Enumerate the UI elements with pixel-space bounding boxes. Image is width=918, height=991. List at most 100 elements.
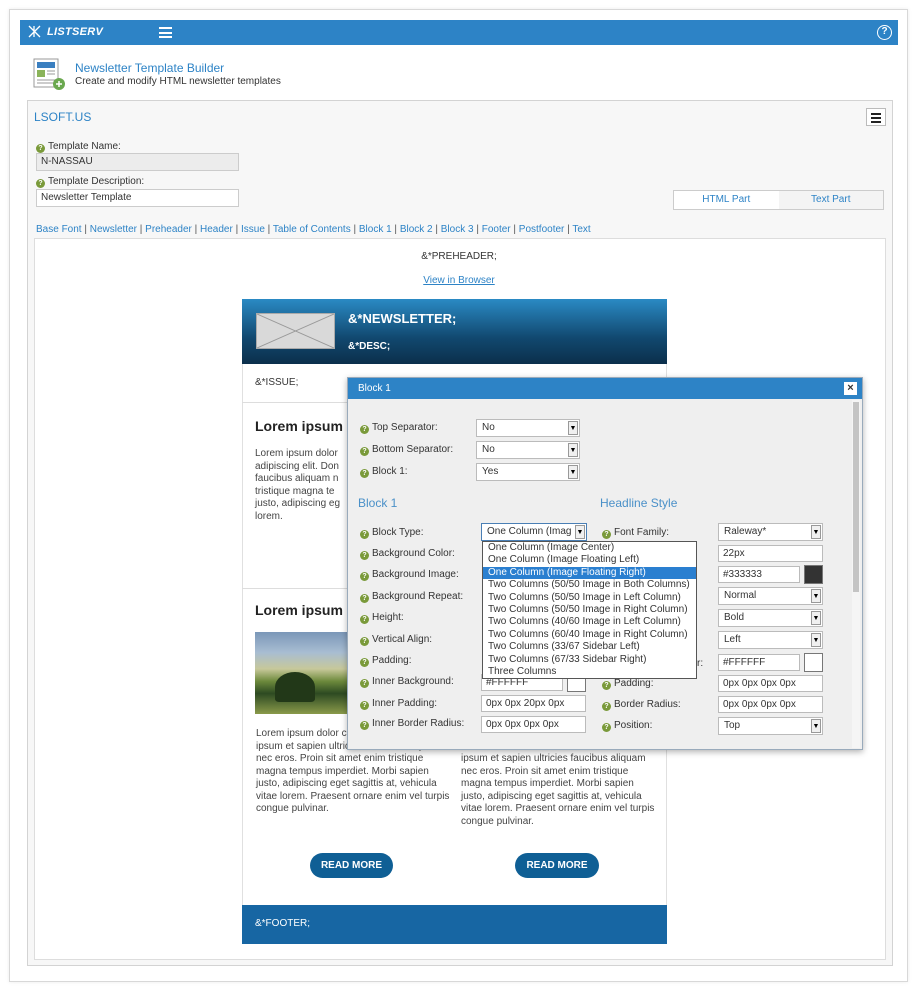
dropdown-option[interactable]: Two Columns (67/33 Sidebar Right) [483, 654, 696, 666]
help-bullet-icon[interactable]: ? [36, 144, 45, 153]
read-more-button[interactable]: READ MORE [310, 853, 393, 878]
chevron-down-icon: ▼ [568, 421, 578, 435]
section-link[interactable]: Table of Contents [273, 224, 351, 235]
dropdown-option[interactable]: One Column (Image Center) [483, 542, 696, 554]
inner-padding-field[interactable]: 0px 0px 20px 0px [481, 695, 586, 712]
top-separator-select[interactable]: No ▼ [476, 419, 580, 437]
preheader-text: &*PREHEADER; [421, 251, 497, 262]
dropdown-option[interactable]: Two Columns (60/40 Image in Right Column… [483, 629, 696, 641]
block-type-select[interactable]: One Column (Imag ▼ [481, 523, 587, 541]
block1-enabled-select[interactable]: Yes ▼ [476, 463, 580, 481]
block-field-label: ? Inner Border Radius: [360, 718, 464, 730]
newsletter-header[interactable]: &*NEWSLETTER; &*DESC; [242, 299, 667, 364]
dropdown-option[interactable]: One Column (Image Floating Left) [483, 554, 696, 566]
help-bullet-icon[interactable]: ? [360, 447, 369, 456]
help-bullet-icon[interactable]: ? [360, 594, 369, 603]
help-bullet-icon[interactable]: ? [360, 721, 369, 730]
help-bullet-icon[interactable]: ? [360, 701, 369, 710]
listserv-logo-icon [28, 25, 41, 38]
dropdown-option[interactable]: Three Columns [483, 666, 696, 678]
section-link[interactable]: Block 2 [400, 224, 433, 235]
landscape-image [255, 632, 355, 714]
headline-padding-field[interactable]: 0px 0px 0px 0px [718, 675, 823, 692]
view-in-browser-link[interactable]: View in Browser [423, 275, 495, 286]
help-bullet-icon[interactable]: ? [360, 572, 369, 581]
help-bullet-icon[interactable]: ? [360, 469, 369, 478]
section-link[interactable]: Issue [241, 224, 265, 235]
main-menu-icon[interactable] [159, 27, 172, 38]
section-link[interactable]: Footer [482, 224, 511, 235]
block2-heading: Lorem ipsum [255, 602, 343, 618]
headline-bg-swatch[interactable] [804, 653, 823, 672]
dropdown-option[interactable]: Two Columns (50/50 Image in Left Column) [483, 592, 696, 604]
section-link[interactable]: Header [200, 224, 233, 235]
help-bullet-icon[interactable]: ? [360, 551, 369, 560]
read-more-button[interactable]: READ MORE [515, 853, 599, 878]
block-field-label: ? Background Color: [360, 548, 455, 560]
help-bullet-icon[interactable]: ? [602, 723, 611, 732]
bottom-separator-label: ? Bottom Separator: [360, 444, 453, 456]
chevron-down-icon: ▼ [811, 525, 821, 539]
block1-enabled-label: ? Block 1: [360, 466, 408, 478]
chevron-down-icon: ▼ [811, 719, 821, 733]
top-separator-label: ? Top Separator: [360, 422, 438, 434]
section-link[interactable]: Newsletter [90, 224, 137, 235]
dropdown-option[interactable]: Two Columns (40/60 Image in Left Column) [483, 616, 696, 628]
tab-html-part[interactable]: HTML Part [674, 191, 779, 209]
newsletter-footer[interactable]: &*FOOTER; [242, 905, 667, 944]
bottom-separator-select[interactable]: No ▼ [476, 441, 580, 459]
dialog-title: Block 1 [348, 378, 862, 399]
position-select[interactable]: Top ▼ [718, 717, 823, 735]
help-bullet-icon[interactable]: ? [360, 530, 369, 539]
app-name: LISTSERV [47, 25, 104, 38]
font-family-select[interactable]: Raleway* ▼ [718, 523, 823, 541]
panel-menu-icon[interactable] [866, 108, 886, 126]
column2-text: ipsum et sapien ultricies faucibus aliqu… [461, 753, 655, 827]
help-bullet-icon[interactable]: ? [360, 425, 369, 434]
help-bullet-icon[interactable]: ? [360, 658, 369, 667]
tab-text-part[interactable]: Text Part [778, 191, 883, 209]
section-link[interactable]: Block 1 [359, 224, 392, 235]
dropdown-option[interactable]: Two Columns (50/50 Image in Right Column… [483, 604, 696, 616]
section-link[interactable]: Postfooter [519, 224, 565, 235]
border-radius-label: ? Border Radius: [602, 699, 681, 711]
section-link[interactable]: Preheader [145, 224, 192, 235]
inner-border-radius-field[interactable]: 0px 0px 0px 0px [481, 716, 586, 733]
top-bar: LISTSERV ? [20, 20, 898, 45]
text-align-select[interactable]: Left ▼ [718, 631, 823, 649]
block-section-heading: Block 1 [358, 496, 398, 510]
footer-text: &*FOOTER; [255, 918, 311, 929]
section-link[interactable]: Text [572, 224, 590, 235]
font-color-field[interactable]: #333333 [718, 566, 800, 583]
template-desc-field[interactable]: Newsletter Template [36, 189, 239, 207]
help-icon[interactable]: ? [877, 25, 892, 40]
background-color-label-partial: r: [697, 658, 704, 669]
image-placeholder-icon [256, 313, 335, 349]
help-bullet-icon[interactable]: ? [360, 637, 369, 646]
help-bullet-icon[interactable]: ? [360, 679, 369, 688]
help-bullet-icon[interactable]: ? [602, 702, 611, 711]
block-field-label: ? Padding: [360, 655, 411, 667]
dialog-scrollbar[interactable] [852, 400, 860, 748]
help-bullet-icon[interactable]: ? [602, 530, 611, 539]
template-name-field[interactable]: N-NASSAU [36, 153, 239, 171]
page-header: Newsletter Template Builder Create and m… [32, 57, 281, 91]
listserv-logo[interactable]: LISTSERV [28, 25, 103, 38]
block-field-label: ? Background Repeat: [360, 591, 463, 603]
help-bullet-icon[interactable]: ? [36, 179, 45, 188]
dropdown-option[interactable]: One Column (Image Floating Right) [483, 566, 696, 580]
section-link[interactable]: Block 3 [441, 224, 474, 235]
headline-bg-field[interactable]: #FFFFFF [718, 654, 800, 671]
close-icon[interactable]: × [844, 382, 857, 395]
dropdown-option[interactable]: Two Columns (33/67 Sidebar Left) [483, 641, 696, 653]
help-bullet-icon[interactable]: ? [360, 615, 369, 624]
font-weight-select[interactable]: Bold ▼ [718, 609, 823, 627]
dropdown-option[interactable]: Two Columns (50/50 Image in Both Columns… [483, 579, 696, 591]
font-style-select[interactable]: Normal ▼ [718, 587, 823, 605]
block-field-label: ? Block Type: [360, 527, 424, 539]
headline-border-radius-field[interactable]: 0px 0px 0px 0px [718, 696, 823, 713]
font-color-swatch[interactable] [804, 565, 823, 584]
section-link[interactable]: Base Font [36, 224, 82, 235]
help-bullet-icon[interactable]: ? [602, 681, 611, 690]
font-size-field[interactable]: 22px [718, 545, 823, 562]
